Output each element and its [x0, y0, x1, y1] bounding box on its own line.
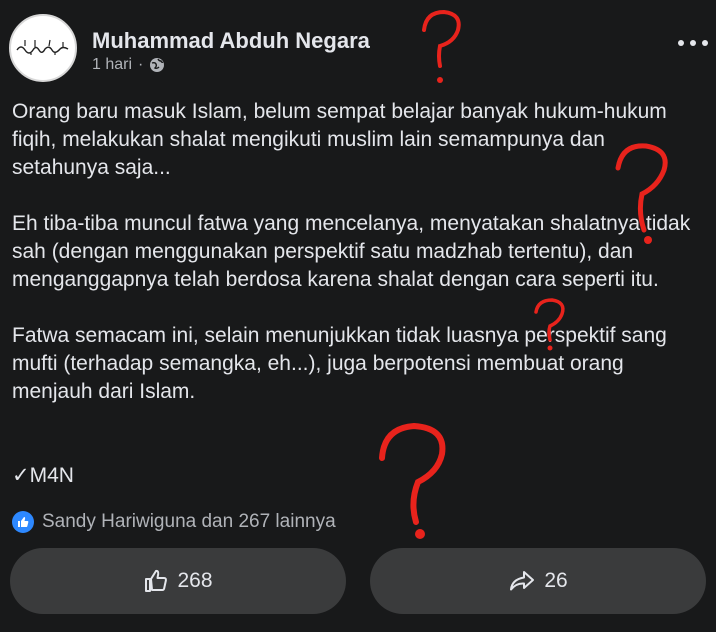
post-paragraph-2: Eh tiba-tiba muncul fatwa yang mencelany…: [12, 212, 691, 291]
share-button[interactable]: 26: [370, 548, 706, 614]
like-reaction-icon: [12, 511, 34, 533]
like-count: 268: [177, 569, 213, 592]
post-signature: ✓M4N: [12, 464, 74, 487]
post-paragraph-1: Orang baru masuk Islam, belum sempat bel…: [12, 100, 667, 179]
share-icon: [510, 571, 535, 591]
reactions-text: Sandy Hariwiguna dan 267 lainnya: [42, 511, 336, 532]
post-meta: 1 hari ·: [92, 56, 165, 74]
thumbs-up-icon: [145, 569, 168, 592]
post-body: Orang baru masuk Islam, belum sempat bel…: [12, 98, 702, 434]
avatar[interactable]: [9, 14, 77, 82]
share-count: 26: [544, 569, 568, 592]
post-time[interactable]: 1 hari: [92, 56, 132, 74]
globe-icon: [150, 58, 165, 72]
like-button[interactable]: 268: [10, 548, 346, 614]
avatar-calligraphy: [16, 39, 69, 55]
post-paragraph-3: Fatwa semacam ini, selain menunjukkan ti…: [12, 324, 667, 403]
reactions-summary[interactable]: Sandy Hariwiguna dan 267 lainnya: [12, 511, 336, 533]
post-header: Muhammad Abduh Negara 1 hari ·: [0, 0, 716, 92]
more-options-icon[interactable]: [676, 32, 710, 54]
question-mark-annotation: [379, 422, 446, 539]
author-name[interactable]: Muhammad Abduh Negara: [92, 28, 370, 54]
meta-separator: ·: [138, 56, 144, 73]
